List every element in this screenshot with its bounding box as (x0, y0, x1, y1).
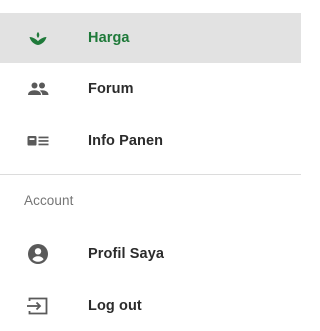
menu-item-label: Harga (88, 30, 130, 46)
menu-item-info-panen[interactable]: Info Panen (0, 116, 301, 166)
account-circle-icon (26, 242, 50, 266)
logout-icon (26, 294, 50, 318)
menu-item-forum[interactable]: Forum (0, 64, 301, 114)
menu-item-label: Forum (88, 81, 134, 97)
navigation-drawer: Harga Forum Info Panen Account Profil Sa… (0, 0, 301, 315)
menu-item-profil-saya[interactable]: Profil Saya (0, 229, 301, 279)
menu-item-log-out[interactable]: Log out (0, 281, 301, 331)
menu-item-label: Info Panen (88, 133, 164, 149)
people-icon (26, 77, 50, 101)
menu-item-harga[interactable]: Harga (0, 13, 301, 63)
sprout-icon (26, 26, 50, 50)
menu-item-label: Log out (88, 298, 142, 314)
article-icon (26, 129, 50, 153)
menu-item-label: Profil Saya (88, 246, 165, 262)
divider (0, 174, 301, 175)
section-header-account: Account (24, 193, 74, 208)
